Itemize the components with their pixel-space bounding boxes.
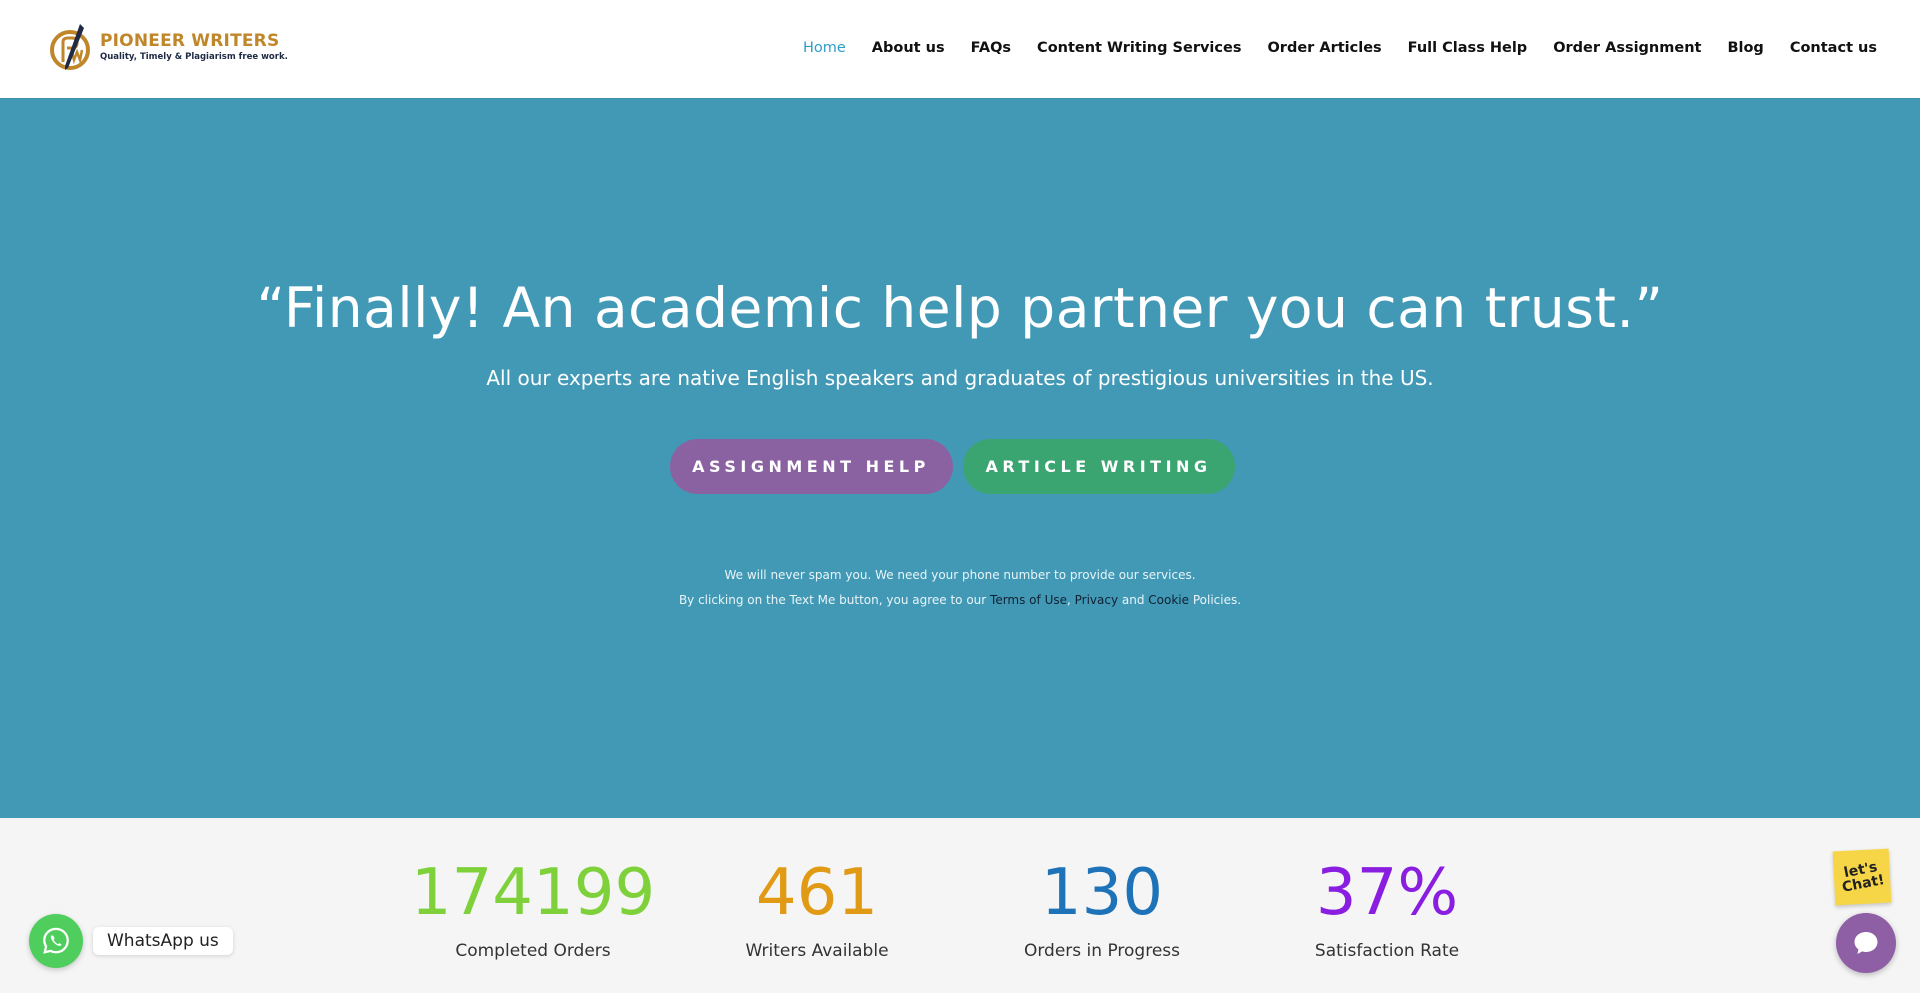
stat-label: Satisfaction Rate xyxy=(1314,941,1460,961)
consent-prefix: By clicking on the Text Me button, you a… xyxy=(678,593,991,607)
assignment-help-button[interactable]: ASSIGNMENT HELP xyxy=(669,439,953,494)
lets-chat-sticky-note[interactable]: let's Chat! xyxy=(1832,848,1892,906)
stat-value: 461 xyxy=(755,856,879,930)
stat-writers-available: 461 Writers Available xyxy=(667,855,967,961)
privacy-link[interactable]: Privacy xyxy=(1075,593,1118,607)
site-logo[interactable]: PIONEER WRITERS Quality, Timely & Plagia… xyxy=(50,22,288,72)
consent-notice: By clicking on the Text Me button, you a… xyxy=(0,593,1920,607)
logo-text: PIONEER WRITERS Quality, Timely & Plagia… xyxy=(100,31,288,63)
nav-item-home[interactable]: Home xyxy=(790,36,859,60)
consent-and: and xyxy=(1118,593,1149,607)
cookie-link[interactable]: Cookie xyxy=(1148,593,1189,607)
hero-subtitle: All our experts are native English speak… xyxy=(486,366,1434,390)
site-header: PIONEER WRITERS Quality, Timely & Plagia… xyxy=(0,0,1920,98)
nav-item-order-articles[interactable]: Order Articles xyxy=(1254,36,1394,60)
article-writing-button[interactable]: ARTICLE WRITING xyxy=(962,439,1235,494)
hero-button-row: ASSIGNMENT HELP ARTICLE WRITING xyxy=(0,439,1920,494)
stat-label: Completed Orders xyxy=(455,941,611,961)
consent-suffix: Policies. xyxy=(1189,593,1242,607)
nav-item-full-class-help[interactable]: Full Class Help xyxy=(1395,36,1541,60)
whatsapp-icon[interactable] xyxy=(29,914,83,968)
nav-item-faqs[interactable]: FAQs xyxy=(958,36,1024,60)
stat-label: Orders in Progress xyxy=(1023,941,1181,961)
spam-notice: We will never spam you. We need your pho… xyxy=(724,568,1196,582)
stat-value: 37% xyxy=(1315,856,1459,930)
logo-tagline: Quality, Timely & Plagiarism free work. xyxy=(100,52,288,62)
stat-satisfaction-rate: 37% Satisfaction Rate xyxy=(1237,855,1537,961)
logo-name: PIONEER WRITERS xyxy=(100,31,280,51)
stats-section: 174199 Completed Orders 461 Writers Avai… xyxy=(0,855,1920,993)
whatsapp-widget[interactable]: WhatsApp us xyxy=(29,914,233,968)
lets-chat-label: let's Chat! xyxy=(1840,859,1886,896)
nav-item-content-writing-services[interactable]: Content Writing Services xyxy=(1024,36,1254,60)
main-nav: Home About us FAQs Content Writing Servi… xyxy=(790,36,1890,60)
stat-orders-in-progress: 130 Orders in Progress xyxy=(952,855,1252,961)
hero-wave-divider xyxy=(0,760,1920,774)
chat-bubble-icon[interactable] xyxy=(1836,913,1896,973)
nav-item-contact-us[interactable]: Contact us xyxy=(1777,36,1890,60)
stat-completed-orders: 174199 Completed Orders xyxy=(383,855,683,961)
consent-comma: , xyxy=(1066,593,1075,607)
nav-item-order-assignment[interactable]: Order Assignment xyxy=(1540,36,1714,60)
pen-logo-icon xyxy=(50,22,94,72)
nav-item-blog[interactable]: Blog xyxy=(1714,36,1776,60)
terms-of-use-link[interactable]: Terms of Use xyxy=(990,593,1067,607)
hero-title: “Finally! An academic help partner you c… xyxy=(256,276,1664,340)
stat-label: Writers Available xyxy=(745,941,889,961)
stat-value: 130 xyxy=(1040,856,1164,930)
whatsapp-label[interactable]: WhatsApp us xyxy=(93,927,233,955)
stat-value: 174199 xyxy=(410,856,656,930)
hero-section: “Finally! An academic help partner you c… xyxy=(0,98,1920,818)
nav-item-about-us[interactable]: About us xyxy=(859,36,958,60)
